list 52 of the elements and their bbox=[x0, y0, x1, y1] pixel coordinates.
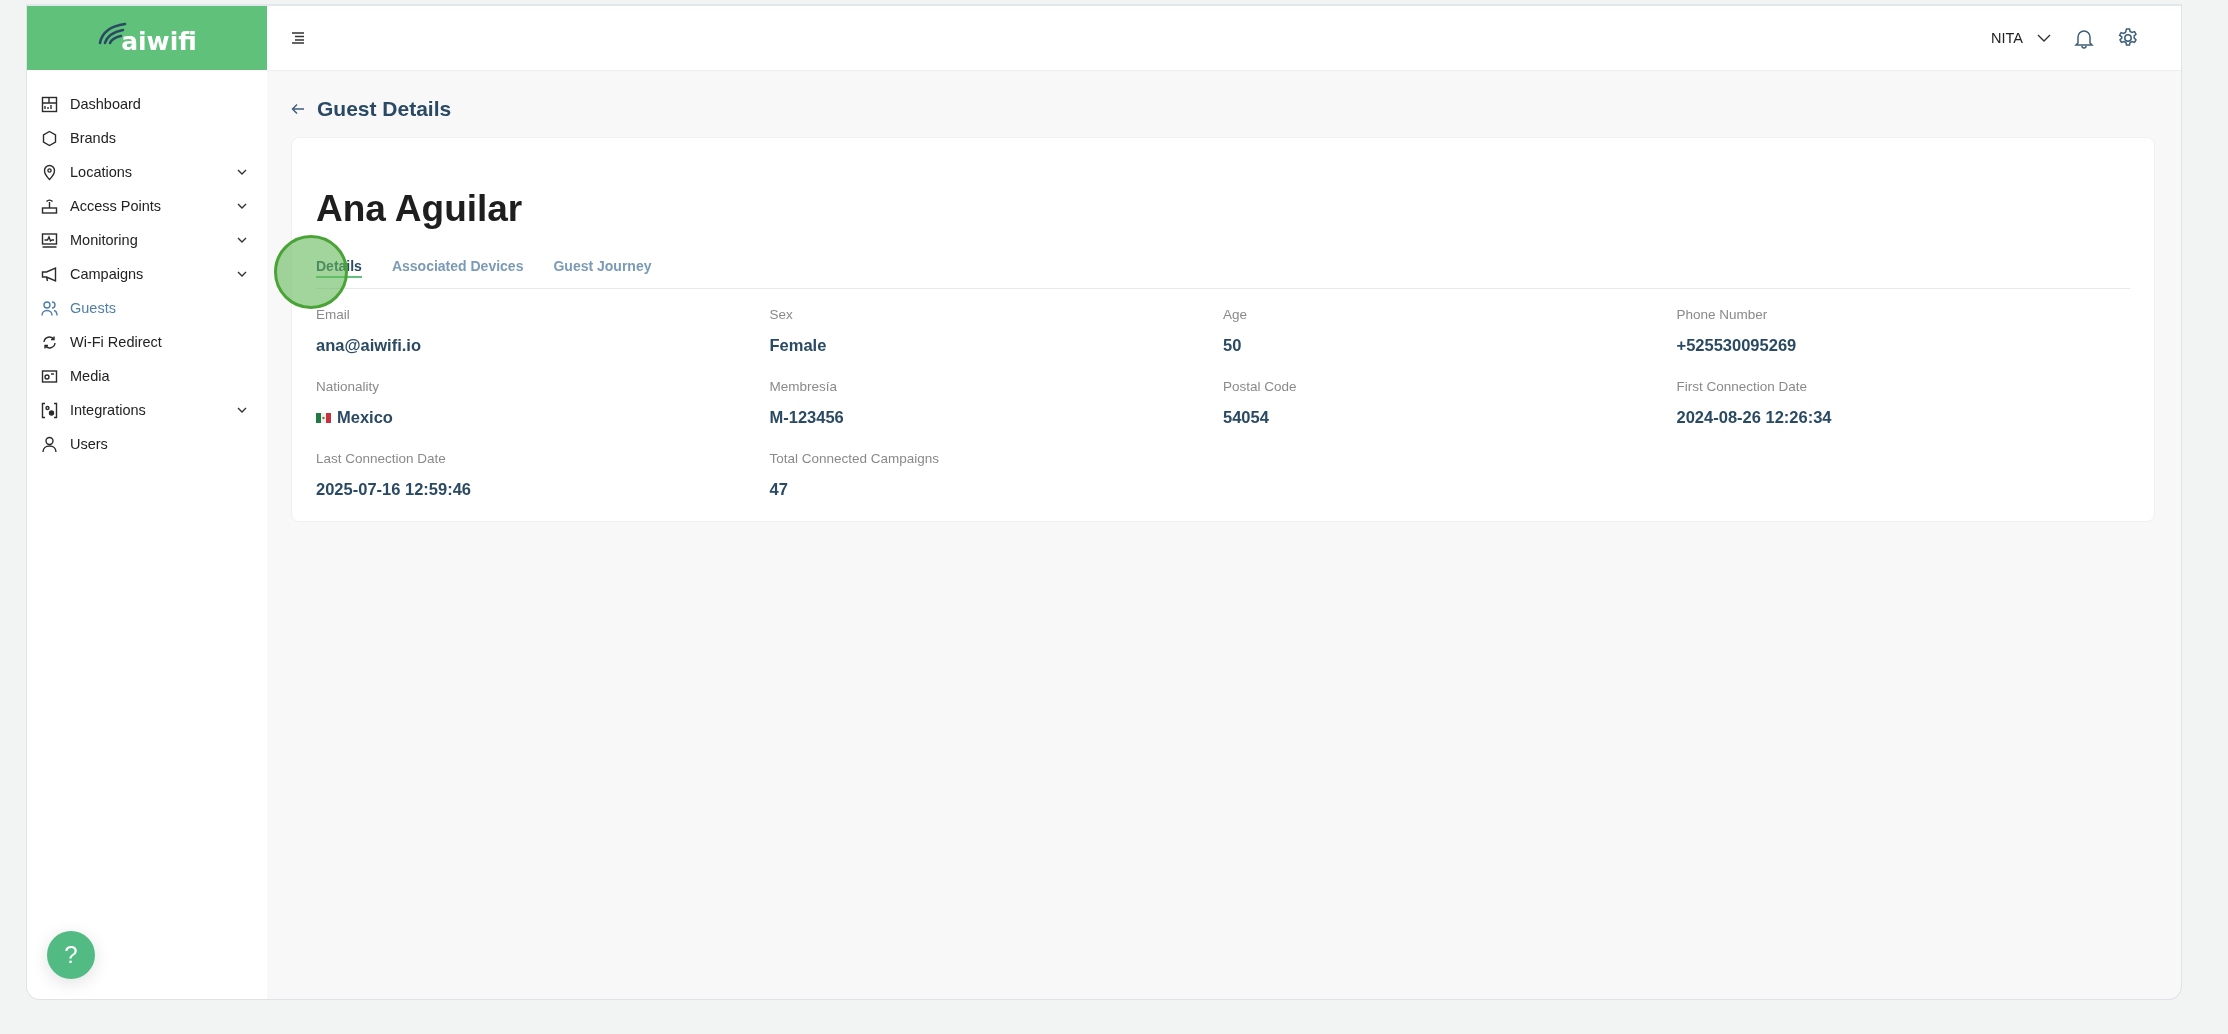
user-icon bbox=[41, 435, 58, 453]
guest-name: Ana Aguilar bbox=[316, 188, 524, 230]
user-menu-button[interactable]: NITA bbox=[1991, 30, 2023, 46]
dashboard-icon bbox=[41, 95, 58, 113]
field-label: Phone Number bbox=[1676, 307, 1769, 322]
field-value: Female bbox=[769, 336, 827, 355]
field-label: First Connection Date bbox=[1676, 379, 1809, 394]
sidebar-item[interactable]: Dashboard bbox=[27, 87, 267, 121]
field-label: Postal Code bbox=[1223, 379, 1298, 394]
monitor-icon bbox=[41, 231, 58, 249]
field-value: M-123456 bbox=[769, 408, 844, 427]
media-icon bbox=[41, 367, 58, 385]
menu-icon[interactable] bbox=[291, 32, 305, 44]
field-label: Last Connection Date bbox=[316, 451, 447, 466]
field-label: Membresía bbox=[769, 379, 839, 394]
field-label: Age bbox=[1223, 307, 1249, 322]
field-label: Nationality bbox=[316, 379, 381, 394]
flag-icon bbox=[316, 412, 331, 423]
field-label: Sex bbox=[769, 307, 794, 322]
chevron-down-icon[interactable] bbox=[2037, 34, 2051, 42]
field-value: 47 bbox=[769, 480, 788, 499]
sidebar-item[interactable]: Campaigns bbox=[27, 257, 267, 291]
field-label: Total Connected Campaigns bbox=[769, 451, 941, 466]
sidebar-item[interactable]: Media bbox=[27, 359, 267, 393]
field-label: Email bbox=[316, 307, 351, 322]
router-icon bbox=[41, 197, 58, 215]
sidebar-item[interactable]: Locations bbox=[27, 155, 267, 189]
sidebar-item[interactable]: Guests bbox=[27, 291, 267, 325]
brands-icon bbox=[41, 129, 58, 147]
pin-icon bbox=[41, 163, 58, 181]
sidebar-item[interactable]: Monitoring bbox=[27, 223, 267, 257]
back-arrow-icon[interactable] bbox=[291, 103, 305, 115]
field-value: 2025-07-16 12:59:46 bbox=[316, 480, 472, 499]
field-value: 54054 bbox=[1223, 408, 1269, 427]
redirect-icon bbox=[41, 333, 58, 351]
sidebar-item[interactable]: Brands bbox=[27, 121, 267, 155]
field-value: Mexico bbox=[337, 408, 393, 427]
logo-text: aiwifi bbox=[121, 26, 197, 56]
integrations-icon bbox=[41, 401, 58, 419]
notification-bell-icon[interactable] bbox=[2073, 27, 2095, 49]
field-value: 2024-08-26 12:26:34 bbox=[1676, 408, 1832, 427]
megaphone-icon bbox=[41, 265, 58, 283]
sidebar-item[interactable]: Integrations bbox=[27, 393, 267, 427]
field-value: +525530095269 bbox=[1676, 336, 1797, 355]
page-title: Guest Details bbox=[317, 97, 452, 121]
sidebar-item[interactable]: Users bbox=[27, 427, 267, 461]
sidebar-item[interactable]: Access Points bbox=[27, 189, 267, 223]
settings-icon[interactable] bbox=[2117, 27, 2139, 49]
field-value: 50 bbox=[1223, 336, 1242, 355]
sidebar-item[interactable]: Wi-Fi Redirect bbox=[27, 325, 267, 359]
field-value: ana@aiwifi.io bbox=[316, 336, 422, 355]
users-icon bbox=[41, 299, 58, 317]
